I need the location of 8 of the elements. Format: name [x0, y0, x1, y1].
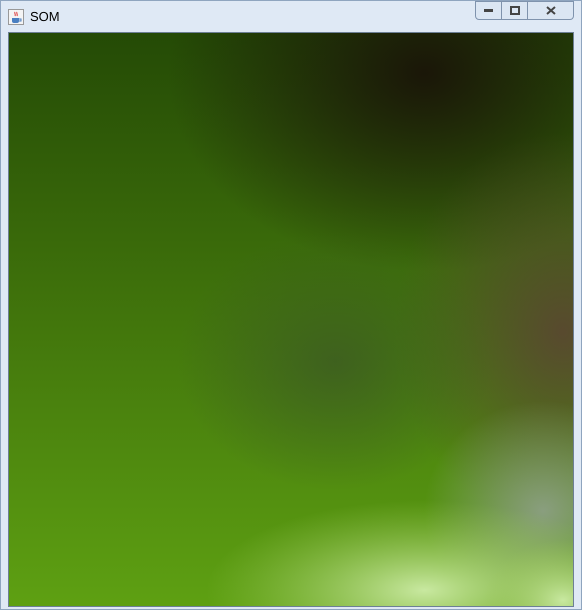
minimize-icon [484, 9, 493, 12]
window-title: SOM [30, 8, 60, 26]
close-button[interactable] [528, 1, 574, 20]
minimize-button[interactable] [475, 1, 502, 20]
coffee-cup-icon [8, 8, 24, 24]
maximize-button[interactable] [502, 1, 528, 20]
close-icon [546, 6, 556, 15]
maximize-icon [510, 6, 520, 15]
